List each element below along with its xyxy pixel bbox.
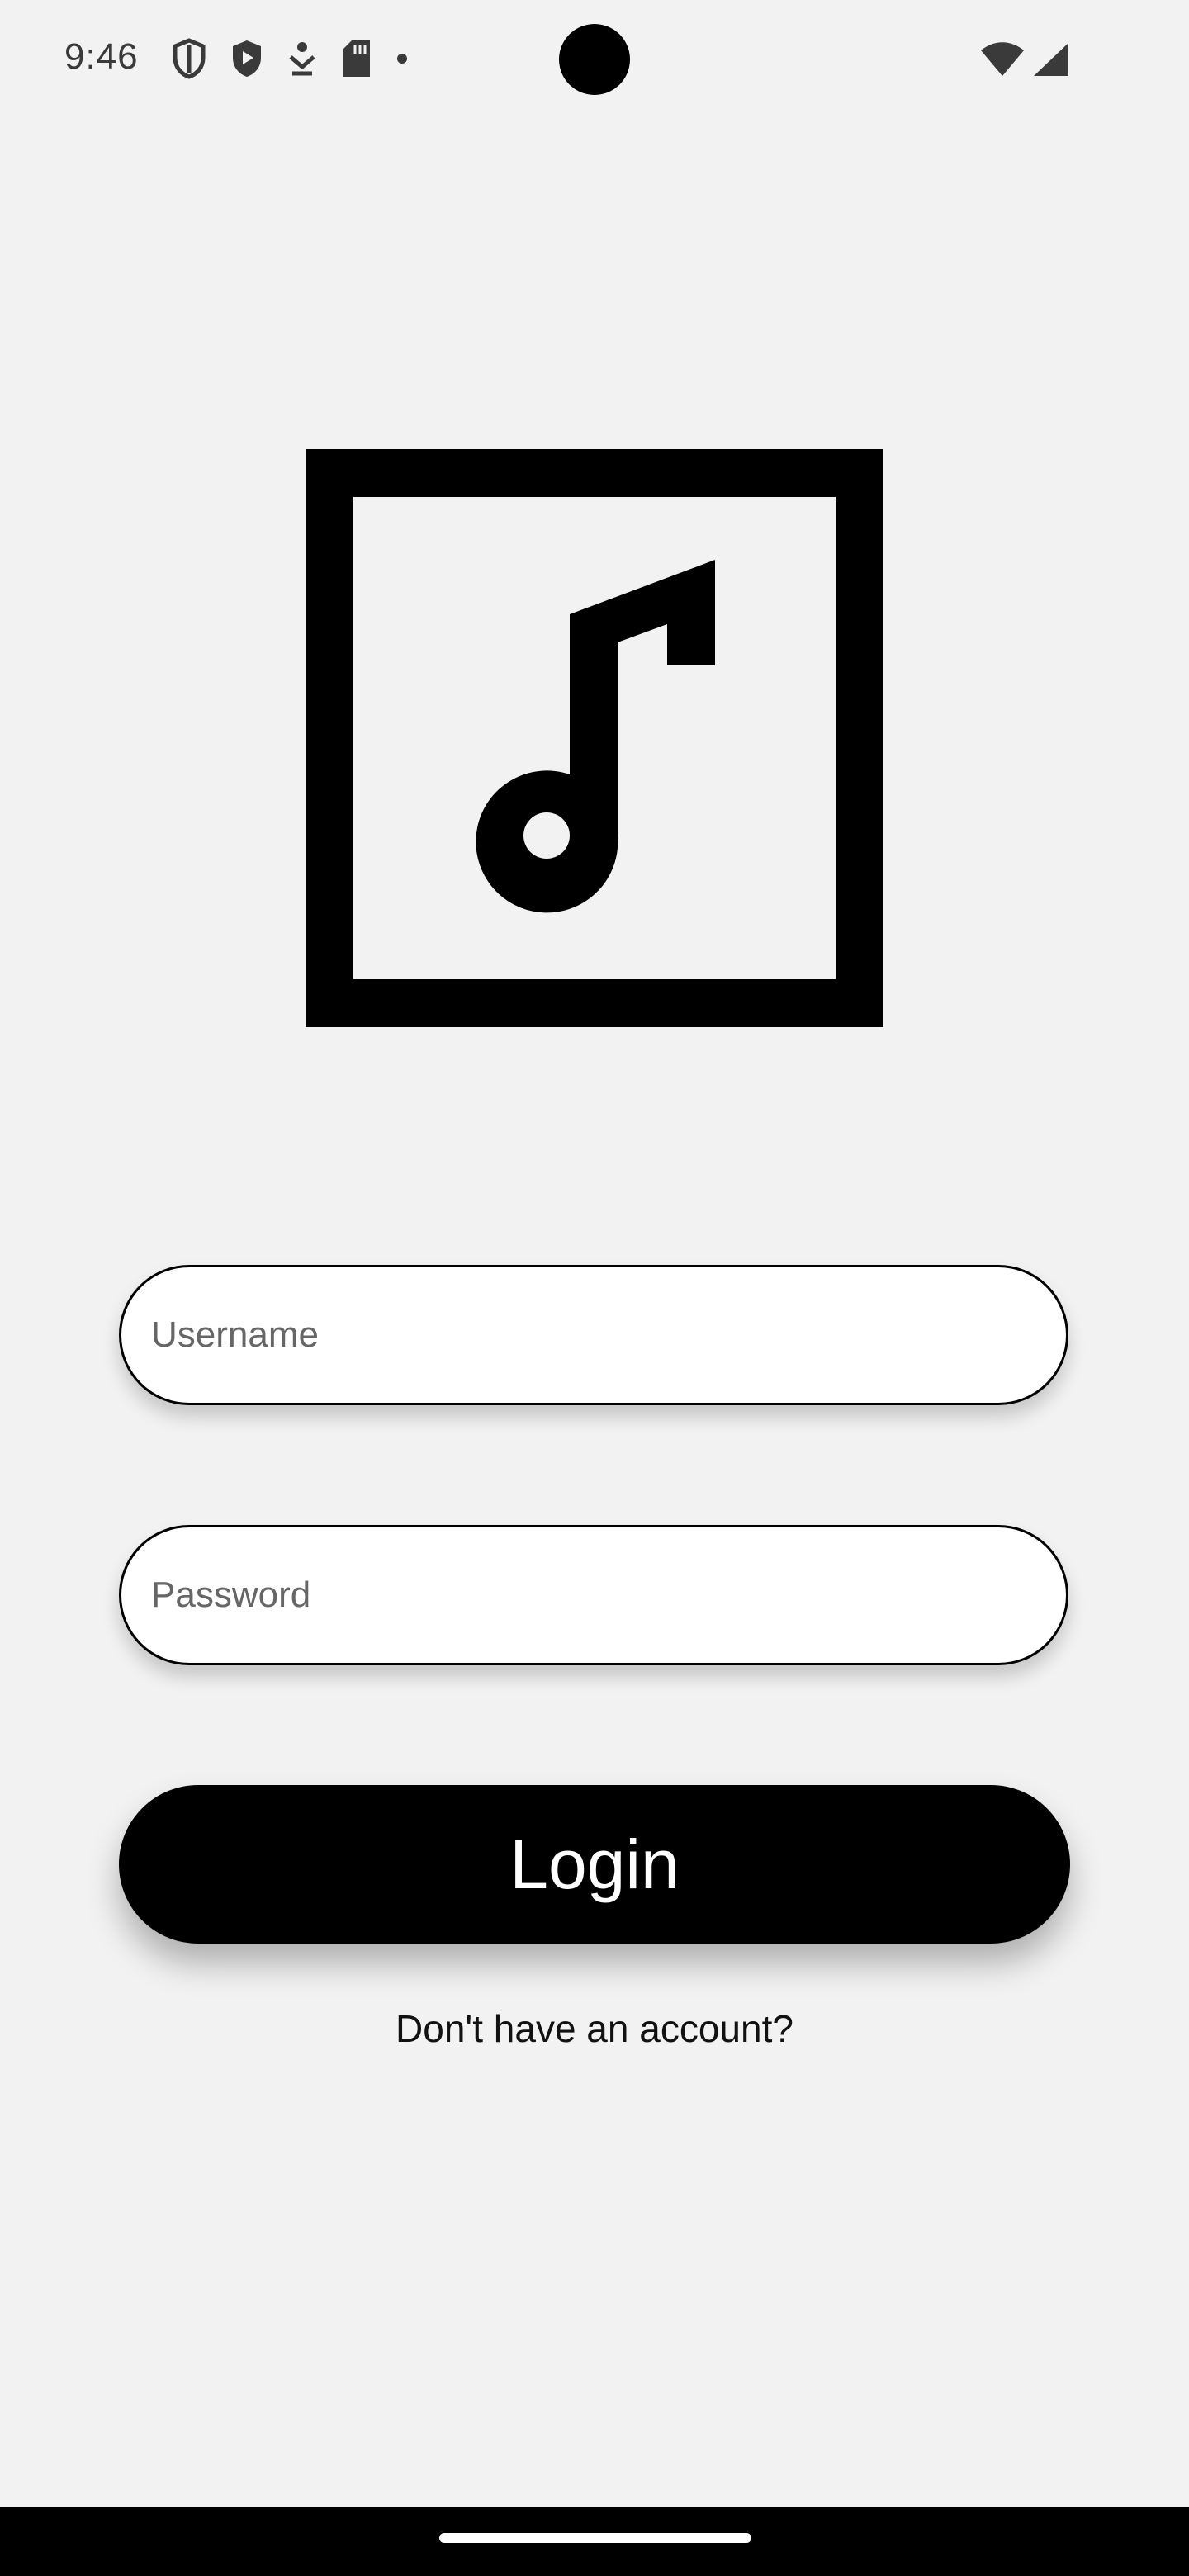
username-input[interactable] — [149, 1314, 1066, 1357]
status-bar: 9:46 — [0, 0, 1189, 119]
download-icon — [287, 40, 317, 77]
signup-link[interactable]: Don't have an account? — [0, 2006, 1189, 2051]
login-screen: 9:46 Username Login Don't have an accoun… — [0, 0, 1189, 2576]
notification-icons — [172, 38, 408, 79]
username-field[interactable] — [119, 1265, 1068, 1405]
cell-signal-icon — [1032, 41, 1070, 82]
wifi-icon — [979, 42, 1026, 81]
dot-icon — [396, 53, 408, 64]
sd-card-icon — [340, 39, 373, 78]
system-icons — [979, 41, 1070, 82]
password-input[interactable] — [149, 1574, 1066, 1617]
home-indicator[interactable] — [439, 2533, 751, 2543]
music-note-icon — [306, 449, 883, 1027]
login-button[interactable]: Login — [119, 1785, 1070, 1944]
camera-cutout — [559, 24, 630, 95]
status-time: 9:46 — [64, 36, 139, 77]
app-logo — [306, 449, 883, 1027]
navigation-bar — [0, 2507, 1189, 2576]
login-button-label: Login — [509, 1825, 680, 1903]
password-field[interactable] — [119, 1525, 1068, 1665]
play-shield-icon — [230, 38, 264, 79]
shield-icon — [172, 38, 206, 79]
